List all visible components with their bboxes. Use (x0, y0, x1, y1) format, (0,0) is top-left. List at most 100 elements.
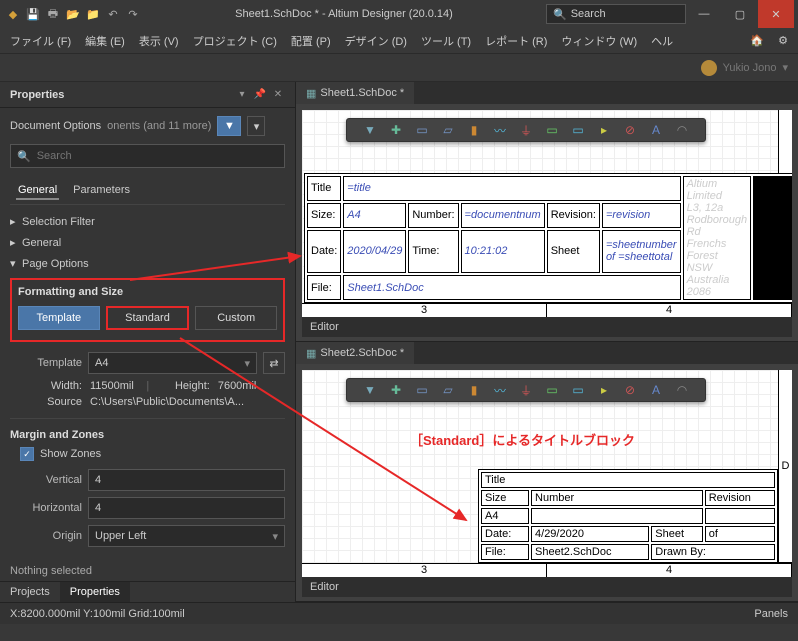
menu-project[interactable]: プロジェクト (C) (193, 33, 277, 49)
save-icon[interactable]: 💾 (24, 5, 42, 23)
width-value: 11500mil (90, 380, 134, 392)
active-bar-toolbar: ▼ ✚ ▭ ▱ ▮ 〰 ⏚ ▭ ▭ ▸ ⊘ A ◠ (346, 118, 706, 142)
username: Yukio Jono (723, 62, 777, 74)
folder-icon[interactable]: 📁 (84, 5, 102, 23)
menu-window[interactable]: ウィンドウ (W) (561, 33, 637, 49)
maximize-button[interactable]: ▢ (722, 0, 758, 28)
menu-file[interactable]: ファイル (F) (10, 33, 71, 49)
panel-search[interactable]: 🔍 (10, 144, 285, 168)
doc-options-label: Document Options (10, 120, 101, 132)
editor-bar-2[interactable]: Editor (302, 577, 792, 597)
minimize-button[interactable]: — (686, 0, 722, 28)
arc-icon[interactable]: ◠ (675, 123, 689, 137)
annotation-standard: ［Standard］によるタイトルブロック (410, 430, 635, 449)
tab-parameters[interactable]: Parameters (71, 182, 132, 200)
filter-icon[interactable]: ▼ (363, 123, 377, 137)
menu-edit[interactable]: 編集 (E) (85, 33, 125, 49)
origin-select[interactable]: Upper Left▾ (88, 525, 285, 547)
undo-icon[interactable]: ↶ (104, 5, 122, 23)
global-search[interactable]: 🔍Search (546, 4, 686, 24)
fmt-template-button[interactable]: Template (18, 306, 100, 330)
titlebar: ◆ 💾 🖶 📂 📁 ↶ ↷ Sheet1.SchDoc * - Altium D… (0, 0, 798, 28)
filter-button[interactable]: ▼ (217, 116, 241, 136)
wire-icon[interactable]: 〰 (493, 123, 507, 137)
menu-design[interactable]: デザイン (D) (345, 33, 407, 49)
fmt-custom-button[interactable]: Custom (195, 306, 277, 330)
coords-readout: X:8200.000mil Y:100mil Grid:100mil (10, 608, 185, 620)
menu-report[interactable]: レポート (R) (485, 33, 547, 49)
width-label: Width: (10, 380, 82, 392)
avatar[interactable] (701, 60, 717, 76)
menu-view[interactable]: 表示 (V) (139, 33, 179, 49)
print-icon[interactable]: 🖶 (44, 5, 62, 23)
redo-icon[interactable]: ↷ (124, 5, 142, 23)
statusbar: X:8200.000mil Y:100mil Grid:100mil Panel… (0, 602, 798, 624)
margin-zones-title: Margin and Zones (10, 429, 285, 441)
titleblock-template: Title=titleAltium LimitedL3, 12a Rodboro… (304, 173, 792, 303)
panel-close-icon[interactable]: ✕ (271, 88, 285, 102)
section-page-options[interactable]: Page Options (10, 253, 285, 274)
formatting-size-group: Formatting and Size Template Standard Cu… (10, 278, 285, 342)
panel-title: Properties (10, 89, 231, 101)
bottom-tab-projects[interactable]: Projects (0, 582, 60, 602)
panel-search-input[interactable] (37, 150, 278, 162)
open-icon[interactable]: 📂 (64, 5, 82, 23)
net-icon[interactable]: ▭ (545, 123, 559, 137)
height-value: 7600mil (218, 380, 257, 392)
panel-menu-icon[interactable]: ▾ (235, 88, 249, 102)
template-swap-button[interactable]: ⇄ (263, 352, 285, 374)
app-icon: ◆ (4, 5, 22, 23)
schdoc-icon: ▦ (306, 347, 316, 360)
source-label: Source (10, 396, 82, 408)
text-icon[interactable]: A (649, 123, 663, 137)
active-bar-toolbar-2: ▼✚▭▱▮〰⏚▭▭▸⊘A◠ (346, 378, 706, 402)
vertical-label: Vertical (10, 474, 82, 486)
menu-tool[interactable]: ツール (T) (421, 33, 471, 49)
window-title: Sheet1.SchDoc * - Altium Designer (20.0.… (142, 8, 546, 20)
panels-button[interactable]: Panels (754, 608, 788, 620)
search-icon: 🔍 (17, 150, 31, 163)
workspace: ▦Sheet1.SchDoc * ▼ ✚ ▭ ▱ ▮ 〰 ⏚ ▭ ▭ ▸ ⊘ A… (296, 82, 798, 602)
editor-bar-1[interactable]: Editor (302, 317, 792, 337)
height-label: Height: (162, 380, 210, 392)
canvas-sheet1[interactable]: ▼ ✚ ▭ ▱ ▮ 〰 ⏚ ▭ ▭ ▸ ⊘ A ◠ ［Template］によるタ… (302, 110, 792, 317)
param-icon[interactable]: ▸ (597, 123, 611, 137)
menu-help[interactable]: ヘル (651, 33, 673, 49)
canvas-sheet2[interactable]: ▼✚▭▱▮〰⏚▭▭▸⊘A◠ ［Standard］によるタイトルブロック D 34… (302, 370, 792, 577)
section-general[interactable]: General (10, 232, 285, 253)
horizontal-input[interactable]: 4 (88, 497, 285, 519)
select-rect-icon[interactable]: ▭ (415, 123, 429, 137)
home-icon[interactable]: 🏠 (750, 34, 764, 47)
titleblock-standard: Title SizeNumberRevision A4 Date:4/29/20… (478, 469, 778, 563)
properties-panel: Properties ▾ 📌 ✕ Document Options onents… (0, 82, 296, 602)
show-zones-checkbox[interactable]: ✓Show Zones (20, 447, 285, 461)
userbar: Yukio Jono ▾ (0, 54, 798, 82)
settings-icon[interactable]: ⚙ (778, 34, 788, 47)
cross-icon[interactable]: ✚ (389, 123, 403, 137)
origin-label: Origin (10, 530, 82, 542)
formatting-title: Formatting and Size (18, 286, 277, 298)
filter-dropdown[interactable]: ▾ (247, 116, 265, 136)
vertical-input[interactable]: 4 (88, 469, 285, 491)
doc-options-info: onents (and 11 more) (107, 120, 211, 132)
noerc-icon[interactable]: ⊘ (623, 123, 637, 137)
menubar: ファイル (F) 編集 (E) 表示 (V) プロジェクト (C) 配置 (P)… (0, 28, 798, 54)
fmt-standard-button[interactable]: Standard (106, 306, 190, 330)
user-dropdown-icon[interactable]: ▾ (782, 61, 788, 74)
power-icon[interactable]: ⏚ (519, 123, 533, 137)
doc-tab-sheet1[interactable]: ▦Sheet1.SchDoc * (296, 82, 414, 104)
tab-general[interactable]: General (16, 182, 59, 200)
port-icon[interactable]: ▭ (571, 123, 585, 137)
close-button[interactable]: ✕ (758, 0, 794, 28)
schdoc-icon: ▦ (306, 87, 316, 100)
select-lasso-icon[interactable]: ▱ (441, 123, 455, 137)
selection-status: Nothing selected (0, 561, 295, 581)
menu-place[interactable]: 配置 (P) (291, 33, 331, 49)
bottom-tab-properties[interactable]: Properties (60, 582, 130, 602)
component-icon[interactable]: ▮ (467, 123, 481, 137)
section-selection-filter[interactable]: Selection Filter (10, 211, 285, 232)
doc-tab-sheet2[interactable]: ▦Sheet2.SchDoc * (296, 342, 414, 364)
pin-icon[interactable]: 📌 (253, 88, 267, 102)
template-select[interactable]: A4▾ (88, 352, 257, 374)
source-value: C:\Users\Public\Documents\A... (90, 396, 244, 408)
